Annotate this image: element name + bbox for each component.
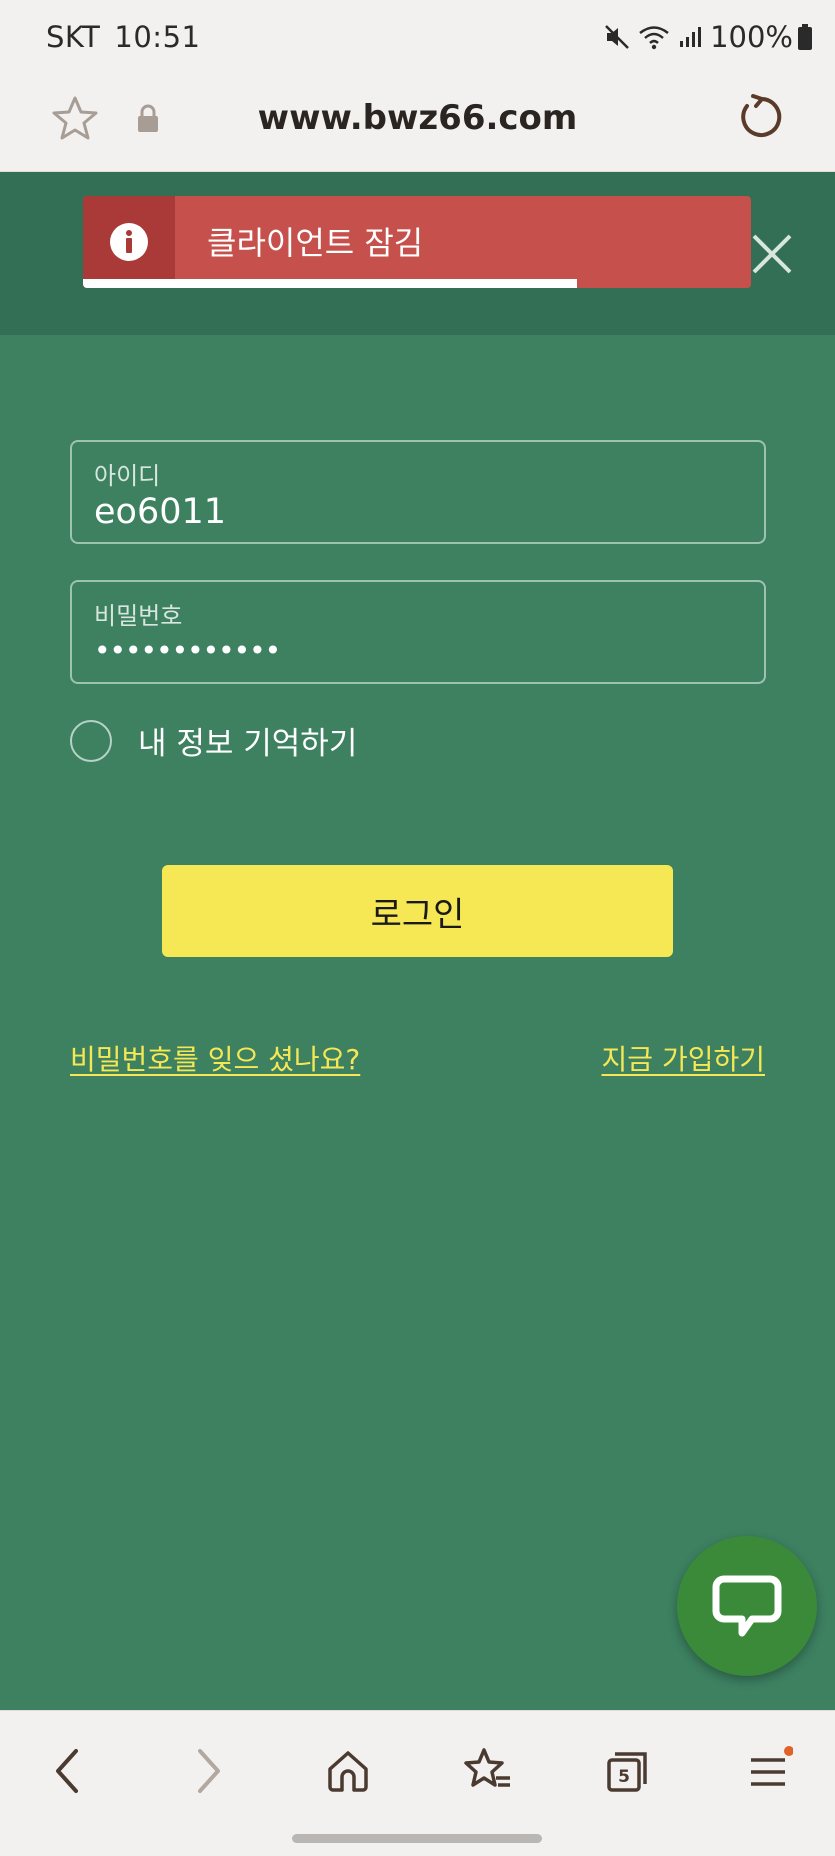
battery-percent: 100% [710,20,793,54]
username-label: 아이디 [94,462,161,490]
bookmarks-icon[interactable] [458,1741,518,1801]
status-right: 100% [604,20,813,54]
toast-progress-fill [83,279,578,288]
signup-link[interactable]: 지금 가입하기 [602,1038,765,1078]
login-button[interactable]: 로그인 [162,865,673,957]
url-text[interactable]: www.bwz66.com [0,98,835,138]
clock: 10:51 [114,20,201,54]
info-icon [83,196,175,288]
username-input[interactable]: eo6011 [94,492,226,532]
password-input[interactable]: •••••••••••• [94,634,281,667]
tab-count: 5 [618,1767,630,1787]
forward-icon[interactable] [178,1741,238,1801]
battery-icon [798,24,812,50]
status-bar: SKT 10:51 100% [0,0,835,78]
password-label: 비밀번호 [94,602,183,630]
toast-notification: 클라이언트 잠김 [83,196,751,288]
home-indicator[interactable] [292,1834,542,1843]
reload-icon[interactable] [736,92,786,146]
mute-icon [605,25,629,49]
carrier: SKT [46,20,101,54]
username-field[interactable]: 아이디 eo6011 [70,440,766,544]
chat-bubble-icon [712,1575,782,1637]
signal-icon [680,27,702,47]
menu-icon[interactable] [738,1741,798,1801]
forgot-password-link[interactable]: 비밀번호를 잊으 셨나요? [70,1038,360,1078]
home-icon[interactable] [318,1741,378,1801]
close-icon[interactable] [750,232,794,280]
remember-me[interactable]: 내 정보 기억하기 [70,718,357,763]
chat-button[interactable] [677,1536,817,1676]
browser-url-bar: www.bwz66.com [0,78,835,172]
status-left: SKT 10:51 [46,20,214,54]
remember-radio[interactable] [70,719,112,762]
notification-dot [784,1746,793,1756]
tabs-icon[interactable]: 5 [598,1741,658,1801]
password-field[interactable]: 비밀번호 •••••••••••• [70,580,766,684]
back-icon[interactable] [38,1741,98,1801]
toast-progress [83,279,751,288]
wifi-icon [639,26,669,50]
toast-message: 클라이언트 잠김 [207,224,424,262]
remember-label[interactable]: 내 정보 기억하기 [138,718,357,763]
